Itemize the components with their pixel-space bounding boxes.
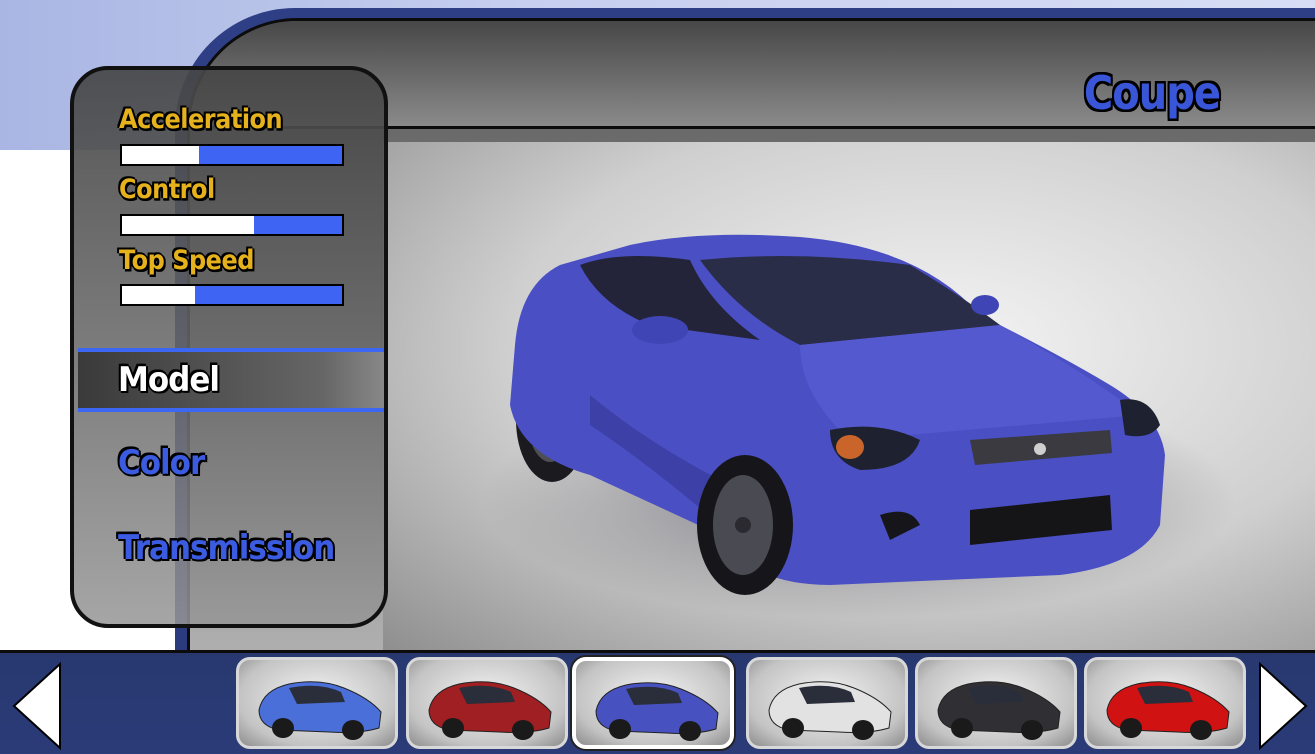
side-mirror — [632, 316, 688, 344]
thumbnail-car-wheel — [679, 721, 701, 741]
thumbnail-car-wheel — [512, 720, 534, 740]
thumbnail-pickup[interactable] — [746, 657, 908, 749]
next-arrow-icon[interactable] — [1252, 660, 1312, 754]
stat-bar-acceleration — [120, 144, 344, 166]
thumbnail-sports-car-dark[interactable] — [915, 657, 1077, 749]
previous-arrow-icon[interactable] — [8, 660, 68, 754]
thumbnail-car-icon — [428, 681, 552, 740]
stat-label-top-speed: Top Speed — [119, 245, 254, 276]
thumbnail-coupe[interactable] — [572, 657, 734, 749]
stat-label-control: Control — [119, 174, 215, 205]
menu-item-model[interactable]: Model — [118, 360, 220, 400]
menu-item-transmission[interactable]: Transmission — [118, 528, 335, 568]
front-hub — [735, 517, 751, 533]
thumbnail-car-wheel — [1021, 720, 1043, 740]
stat-bar-control — [120, 214, 344, 236]
stat-bar-top-speed — [120, 284, 344, 306]
thumbnail-car-wheel — [1120, 718, 1142, 738]
stat-label-acceleration: Acceleration — [119, 104, 283, 135]
headlight-right — [1120, 399, 1160, 437]
thumbnail-car-wheel — [609, 719, 631, 739]
stat-bar-fill — [122, 216, 254, 234]
thumbnail-car-wheel — [1190, 720, 1212, 740]
stat-bar-fill — [122, 286, 195, 304]
indicator-left — [836, 435, 864, 459]
thumbnail-car-wheel — [272, 718, 294, 738]
thumbnail-car-wheel — [782, 718, 804, 738]
badge-icon — [1034, 443, 1046, 455]
car-model-title: Coupe — [1083, 67, 1221, 121]
thumbnail-car-icon — [595, 682, 719, 741]
thumbnail-hatchback[interactable] — [236, 657, 398, 749]
menu-item-color[interactable]: Color — [118, 443, 205, 483]
thumbnail-car-icon — [1106, 681, 1230, 740]
thumbnail-car-wheel — [951, 718, 973, 738]
thumbnail-sports-car-red[interactable] — [1084, 657, 1246, 749]
thumbnail-car-wheel — [852, 720, 874, 740]
thumbnail-car-wheel — [442, 718, 464, 738]
car-preview-image[interactable] — [500, 225, 1180, 605]
thumbnail-car-icon — [768, 681, 892, 740]
thumbnail-car-wheel — [342, 720, 364, 740]
right-mirror — [971, 295, 999, 315]
thumbnail-suv[interactable] — [406, 657, 568, 749]
thumbnail-car-icon — [258, 681, 382, 740]
stat-bar-fill — [122, 146, 199, 164]
stats-panel: Acceleration Control Top Speed Model Col… — [70, 66, 388, 628]
thumbnail-car-icon — [937, 681, 1061, 740]
